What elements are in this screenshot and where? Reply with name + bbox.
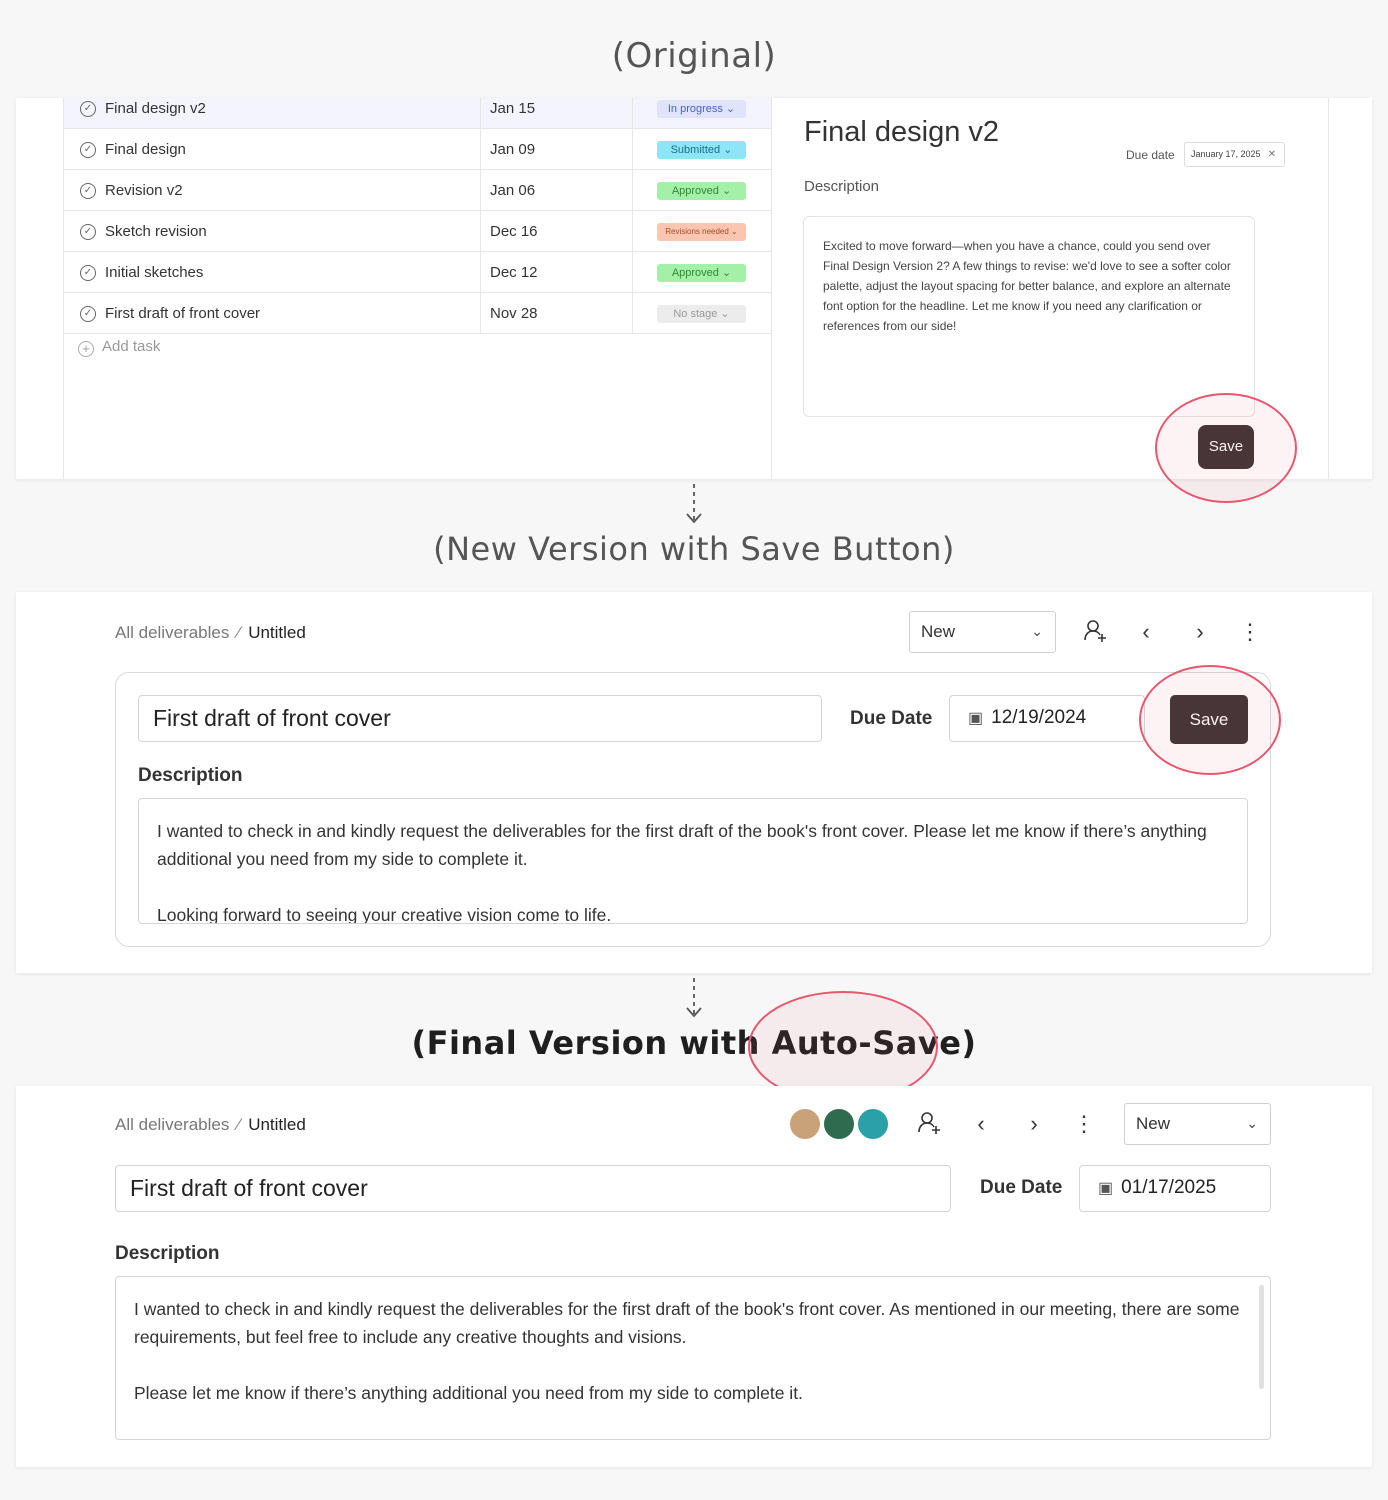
arrow-down-icon (686, 978, 702, 1018)
task-name: Sketch revision (105, 223, 207, 240)
task-row[interactable]: ✓ First draft of front cover Nov 28 No s… (64, 293, 771, 334)
avatar[interactable] (822, 1107, 856, 1141)
chevron-down-icon: ⌄ (1246, 1115, 1258, 1131)
breadcrumb-current: Untitled (248, 1115, 306, 1134)
chevron-down-icon: ⌄ (1031, 623, 1043, 639)
check-icon[interactable]: ✓ (80, 306, 96, 322)
chevron-right-icon[interactable]: › (1186, 618, 1214, 646)
task-row[interactable]: ✓ Final design Jan 09 Submitted ⌄ (64, 129, 771, 170)
task-row[interactable]: ✓ Sketch revision Dec 16 Revisions neede… (64, 211, 771, 252)
add-user-icon[interactable] (916, 1110, 944, 1143)
task-date: Nov 28 (490, 305, 538, 322)
description-label: Description (138, 765, 243, 786)
stage-badge[interactable]: In progress ⌄ (657, 100, 746, 118)
detail-title: Final design v2 (804, 116, 1000, 148)
calendar-icon: ▣ (968, 710, 984, 727)
heading-final-highlight: Auto-Save (771, 1024, 962, 1062)
description-paragraph: I wanted to check in and kindly request … (157, 821, 1207, 869)
avatar[interactable] (856, 1107, 890, 1141)
check-icon[interactable]: ✓ (80, 224, 96, 240)
chevron-left-icon[interactable]: ‹ (1132, 618, 1160, 646)
more-options-icon[interactable]: ⋮ (1070, 1110, 1098, 1138)
description-paragraph: I wanted to check in and kindly request … (134, 1299, 1240, 1347)
task-date: Jan 09 (490, 141, 536, 158)
due-date-field[interactable]: ▣ 01/17/2025 (1079, 1165, 1271, 1212)
original-panel: ✓ Final design v2 Jan 15 In progress ⌄ ✓… (16, 98, 1372, 479)
stage-badge[interactable]: Approved ⌄ (657, 182, 746, 200)
check-icon[interactable]: ✓ (80, 101, 96, 117)
stage-badge[interactable]: Revisions needed ⌄ (657, 223, 746, 241)
check-icon[interactable]: ✓ (80, 142, 96, 158)
more-options-icon[interactable]: ⋮ (1236, 618, 1264, 646)
chevron-left-icon[interactable]: ‹ (967, 1110, 995, 1138)
due-date-label: Due date (1126, 148, 1175, 162)
task-date: Jan 06 (490, 182, 536, 199)
heading-final-version: (Final Version with Auto-Save) (0, 1024, 1388, 1062)
description-textarea[interactable]: Excited to move forward—when you have a … (803, 216, 1255, 417)
description-textarea[interactable]: I wanted to check in and kindly request … (115, 1276, 1271, 1440)
description-label: Description (115, 1243, 220, 1264)
check-icon[interactable]: ✓ (80, 265, 96, 281)
due-date-label: Due Date (850, 708, 933, 729)
chevron-right-icon[interactable]: › (1020, 1110, 1048, 1138)
deliverable-card: First draft of front cover Due Date ▣ 12/… (115, 672, 1271, 947)
new-version-panel: All deliverables ⁄ Untitled New ⌄ ‹ › ⋮ Fir… (16, 592, 1372, 973)
task-name: First draft of front cover (105, 305, 261, 322)
arrow-down-icon (686, 484, 702, 524)
plus-icon: + (78, 341, 94, 357)
add-task-button[interactable]: + Add task (78, 338, 160, 357)
stage-badge[interactable]: Approved ⌄ (657, 264, 746, 282)
task-row[interactable]: ✓ Revision v2 Jan 06 Approved ⌄ (64, 170, 771, 211)
scrollbar[interactable] (1259, 1285, 1264, 1389)
due-date-label: Due Date (980, 1177, 1063, 1198)
heading-original: (Original) (611, 36, 777, 76)
close-icon[interactable]: ✕ (1268, 143, 1276, 166)
task-row[interactable]: ✓ Initial sketches Dec 12 Approved ⌄ (64, 252, 771, 293)
task-name: Final design (105, 141, 186, 158)
stage-badge[interactable]: No stage ⌄ (657, 305, 746, 323)
task-list: ✓ Final design v2 Jan 15 In progress ⌄ ✓… (63, 98, 772, 479)
calendar-icon: ▣ (1098, 1180, 1114, 1197)
title-input[interactable]: First draft of front cover (138, 695, 822, 742)
avatar[interactable] (788, 1107, 822, 1141)
stage-badge[interactable]: Submitted ⌄ (657, 141, 746, 159)
description-textarea[interactable]: I wanted to check in and kindly request … (138, 798, 1248, 924)
task-detail: Final design v2 Due date January 17, 202… (772, 98, 1329, 479)
heading-final-prefix: (Final Version with (411, 1024, 772, 1062)
task-name: Final design v2 (105, 100, 206, 117)
check-icon[interactable]: ✓ (80, 183, 96, 199)
task-date: Jan 15 (490, 100, 536, 117)
title-input[interactable]: First draft of front cover (115, 1165, 951, 1212)
breadcrumb-current: Untitled (248, 623, 306, 642)
final-version-panel: All deliverables ⁄ Untitled ‹ › ⋮ New ⌄ Fir… (16, 1086, 1372, 1467)
breadcrumb: All deliverables ⁄ Untitled (115, 1115, 306, 1134)
task-date: Dec 16 (490, 223, 538, 240)
status-select[interactable]: New ⌄ (909, 611, 1056, 653)
description-label: Description (804, 178, 880, 195)
due-date-field[interactable]: January 17, 2025 ✕ (1184, 142, 1285, 167)
status-select[interactable]: New ⌄ (1124, 1103, 1271, 1145)
add-user-icon[interactable] (1082, 618, 1110, 651)
breadcrumb-root[interactable]: All deliverables (115, 623, 229, 642)
task-row[interactable]: ✓ Final design v2 Jan 15 In progress ⌄ (64, 98, 771, 129)
breadcrumb-root[interactable]: All deliverables (115, 1115, 229, 1134)
task-name: Initial sketches (105, 264, 204, 281)
save-button[interactable]: Save (1198, 425, 1254, 469)
heading-new-version: (New Version with Save Button) (433, 530, 955, 568)
heading-final-suffix: ) (961, 1024, 977, 1062)
save-button[interactable]: Save (1170, 695, 1248, 744)
task-name: Revision v2 (105, 182, 183, 199)
description-paragraph: Looking forward to seeing your creative … (157, 905, 612, 924)
task-date: Dec 12 (490, 264, 538, 281)
description-paragraph: Please let me know if there’s anything a… (134, 1383, 803, 1403)
due-date-field[interactable]: ▣ 12/19/2024 (949, 695, 1145, 742)
breadcrumb: All deliverables ⁄ Untitled (115, 623, 306, 642)
